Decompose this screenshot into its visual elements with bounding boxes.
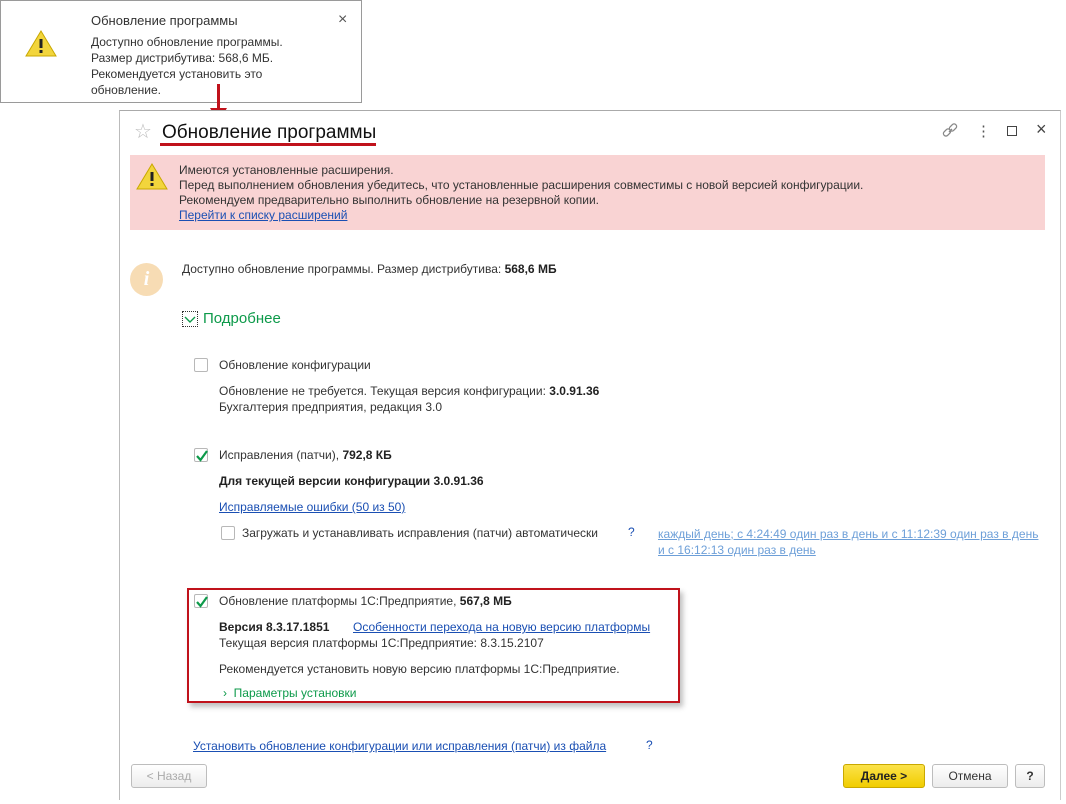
back-button[interactable]: < Назад: [131, 764, 207, 788]
warning-line: Имеются установленные расширения.: [179, 163, 394, 177]
link-icon[interactable]: [942, 123, 958, 139]
notification-close-icon[interactable]: ×: [338, 11, 347, 29]
auto-patches-help[interactable]: ?: [628, 525, 635, 539]
patches-checkbox[interactable]: [194, 448, 208, 462]
platform-version: Версия 8.3.17.1851: [219, 620, 330, 634]
warning-line: Перед выполнением обновления убедитесь, …: [179, 178, 864, 192]
maximize-icon[interactable]: [1007, 126, 1017, 136]
details-label[interactable]: Подробнее: [203, 310, 281, 327]
patched-errors-link[interactable]: Исправляемые ошибки (50 из 50): [219, 500, 405, 514]
platform-features-link[interactable]: Особенности перехода на новую версию пла…: [353, 620, 650, 634]
help-button[interactable]: ?: [1015, 764, 1045, 788]
favorite-star-icon[interactable]: ☆: [134, 119, 152, 144]
cancel-button[interactable]: Отмена: [932, 764, 1008, 788]
config-update-label: Обновление конфигурации: [219, 358, 371, 372]
details-toggle[interactable]: [182, 311, 198, 327]
extensions-list-link[interactable]: Перейти к списку расширений: [179, 208, 863, 223]
install-from-file-help[interactable]: ?: [646, 738, 653, 752]
notification-line: Доступно обновление программы.: [91, 35, 283, 49]
close-icon[interactable]: ×: [1036, 119, 1047, 140]
patches-for-version: Для текущей версии конфигурации 3.0.91.3…: [219, 474, 484, 488]
platform-recommendation: Рекомендуется установить новую версию пл…: [219, 662, 620, 676]
platform-checkbox[interactable]: [194, 594, 208, 608]
info-text: Доступно обновление программы. Размер ди…: [182, 262, 557, 276]
notification-line: Рекомендуется установить это: [91, 67, 263, 81]
install-params-toggle[interactable]: › Параметры установки: [223, 686, 357, 700]
warning-icon: [136, 163, 168, 190]
install-from-file-link[interactable]: Установить обновление конфигурации или и…: [193, 739, 606, 753]
update-window: ☆ Обновление программы ⋮ × Имеются устан…: [119, 110, 1061, 800]
annotation-underline: [160, 143, 376, 146]
config-update-checkbox[interactable]: [194, 358, 208, 372]
platform-current-version: Текущая версия платформы 1С:Предприятие:…: [219, 636, 544, 650]
notification-title: Обновление программы: [91, 13, 238, 28]
warning-line: Рекомендуем предварительно выполнить обн…: [179, 193, 600, 207]
auto-patches-checkbox[interactable]: [221, 526, 235, 540]
window-title: Обновление программы: [162, 122, 377, 143]
more-actions-icon[interactable]: ⋮: [976, 122, 991, 140]
info-icon: i: [130, 263, 163, 296]
notification-line: обновление.: [91, 83, 161, 97]
notification-line: Размер дистрибутива: 568,6 МБ.: [91, 51, 274, 65]
platform-label: Обновление платформы 1С:Предприятие, 567…: [219, 594, 512, 608]
config-update-info: Обновление не требуется. Текущая версия …: [219, 384, 600, 414]
patch-schedule-link[interactable]: каждый день; с 4:24:49 один раз в день и…: [658, 526, 1048, 558]
extensions-warning: Имеются установленные расширения. Перед …: [130, 155, 1045, 230]
notification-popup: Обновление программы × Доступно обновлен…: [0, 0, 362, 103]
patches-label: Исправления (патчи), 792,8 КБ: [219, 448, 392, 462]
warning-icon: [25, 30, 57, 57]
next-button[interactable]: Далее >: [843, 764, 925, 788]
auto-patches-label: Загружать и устанавливать исправления (п…: [242, 526, 598, 540]
